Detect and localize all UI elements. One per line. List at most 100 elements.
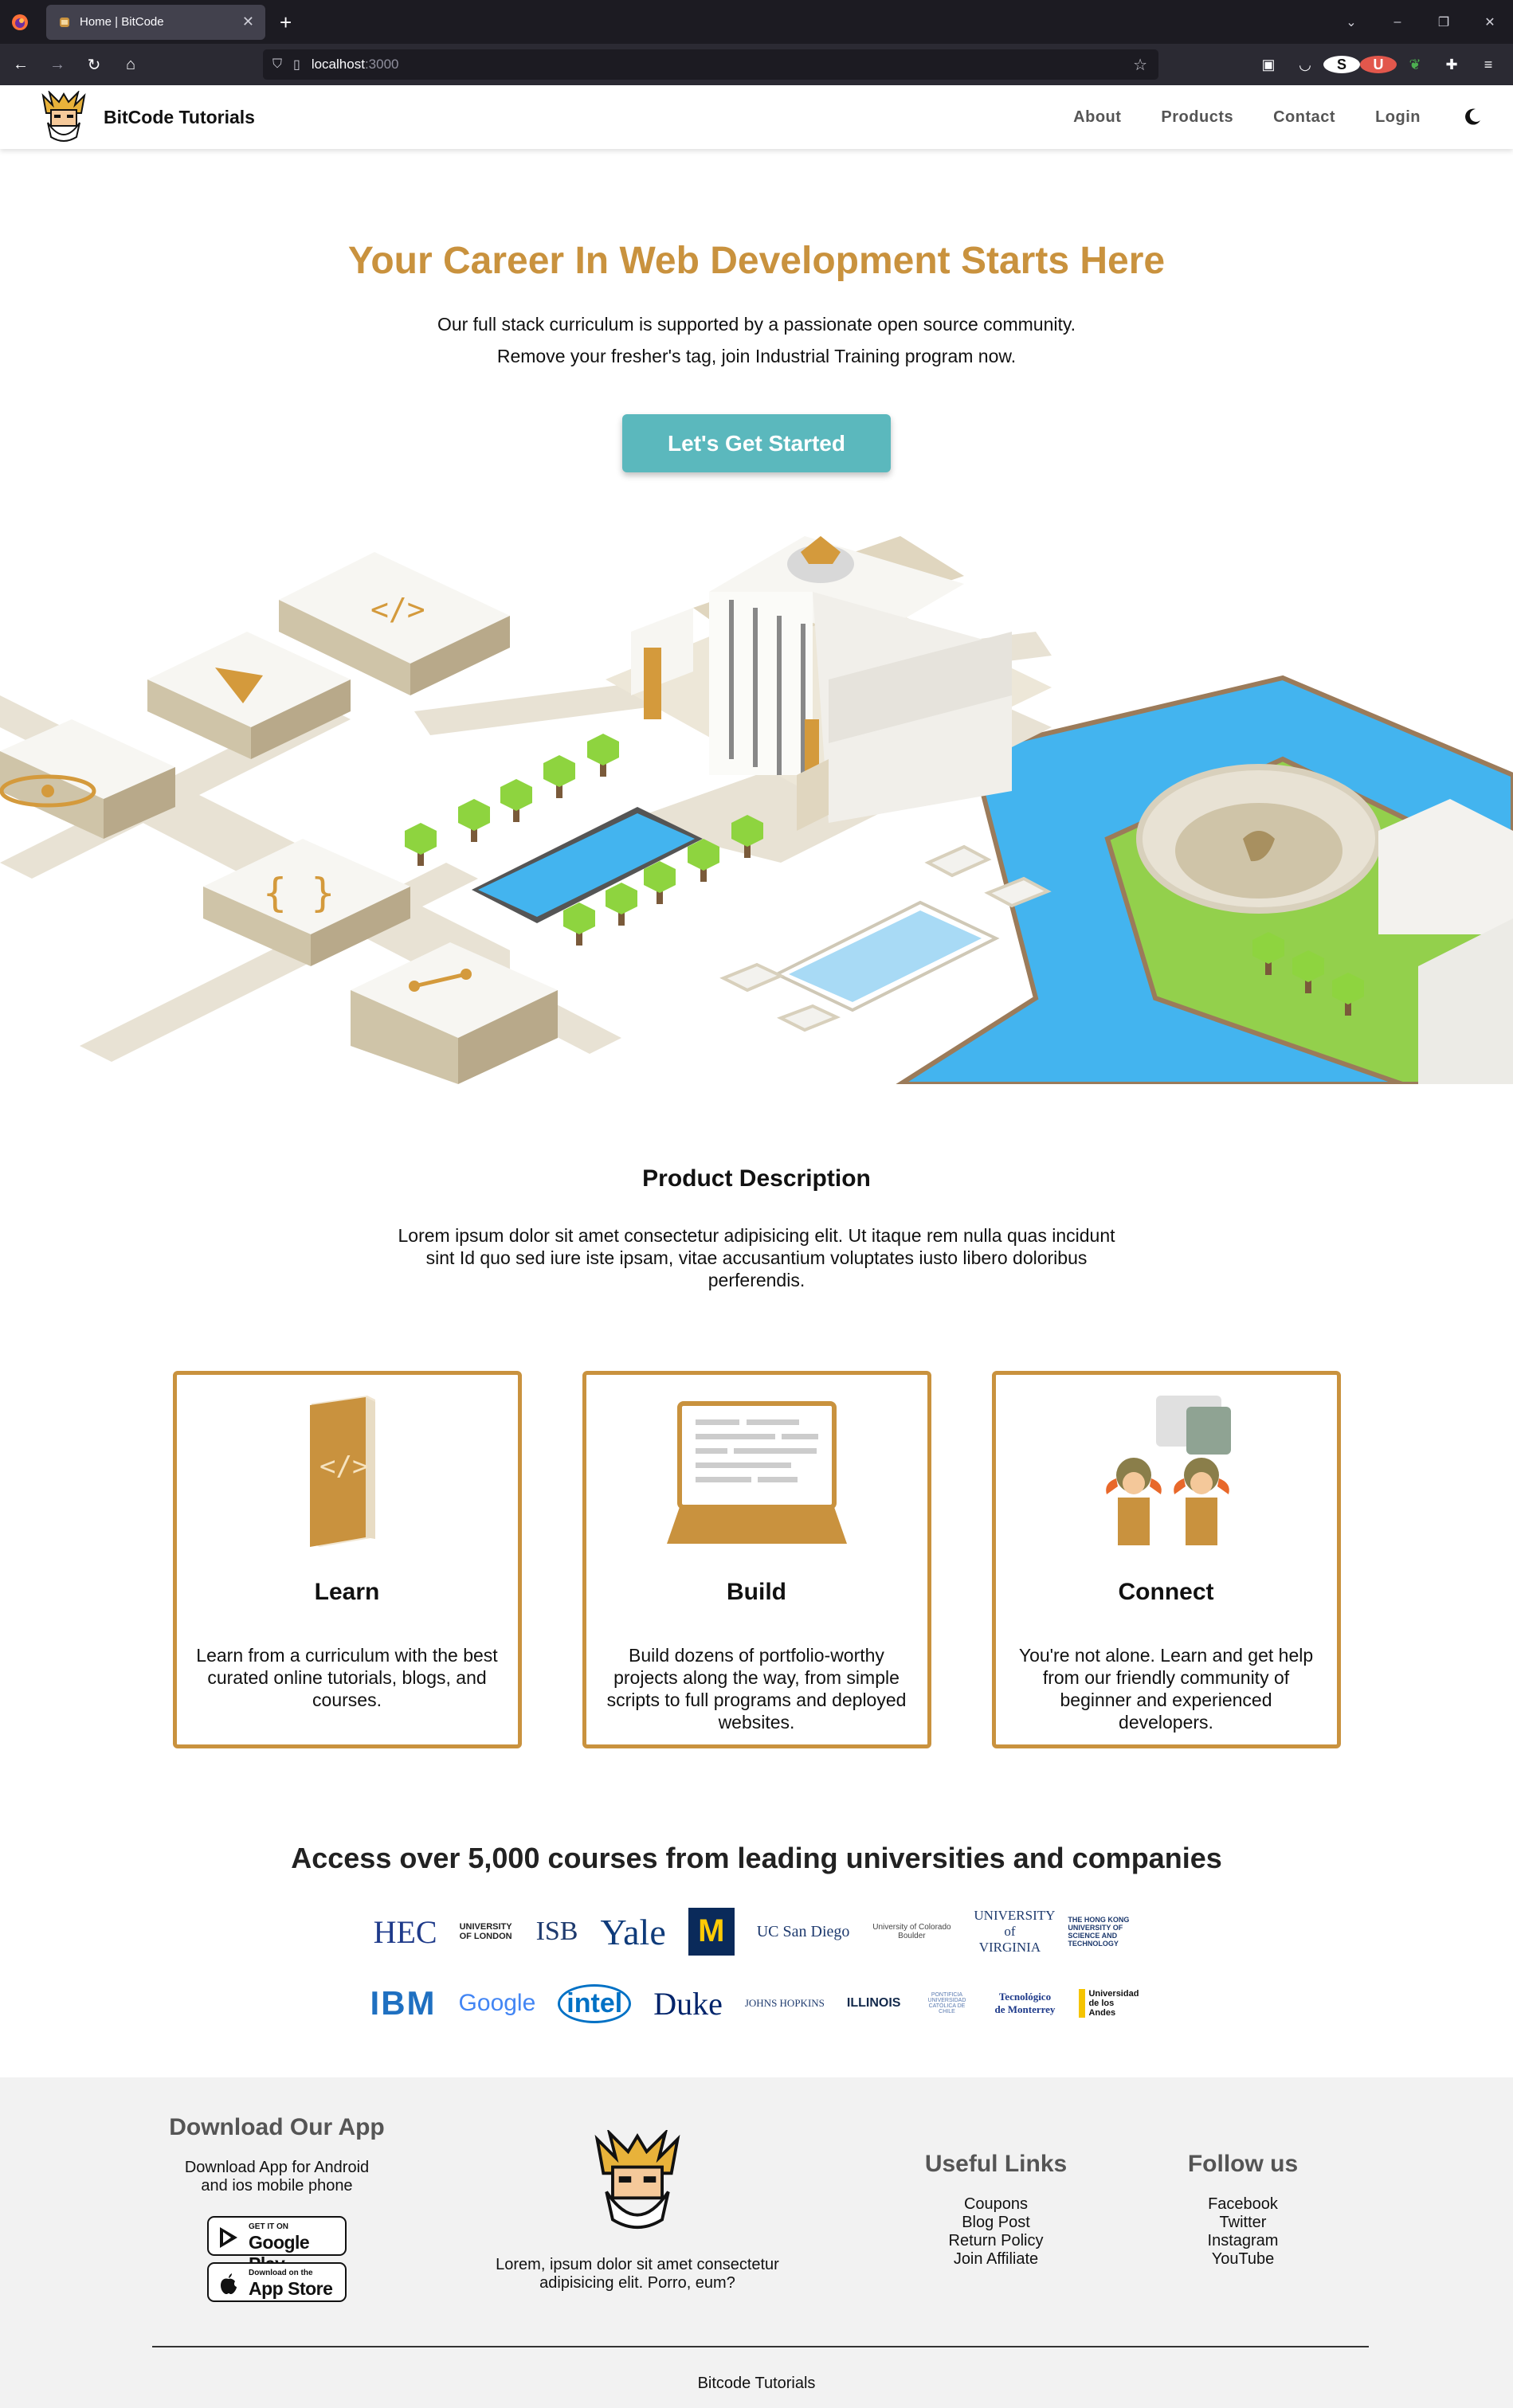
partner-logo-monterrey: Tecnológico de Monterrey [994,1991,1056,2015]
code-book-icon: </> [309,1396,375,1547]
partner-logo-ucsd: UC San Diego [756,1922,850,1940]
nav-login[interactable]: Login [1375,108,1421,127]
svg-text:{ }: { } [263,870,335,916]
pocket-icon[interactable]: ◡ [1287,57,1323,73]
isometric-city-image: </> { } [0,536,1513,1084]
google-play-icon [220,2227,237,2248]
partner-logo-isb: ISB [535,1917,578,1946]
close-tab-icon[interactable]: ✕ [242,14,254,30]
footer-link-affiliate[interactable]: Join Affiliate [884,2250,1107,2269]
google-play-button[interactable]: GET IT ON Google Play [207,2216,347,2274]
partners-title: Access over 5,000 courses from leading u… [291,1842,1222,1874]
card-build-text: Build dozens of portfolio-worthy project… [606,1645,907,1733]
partners-section: Access over 5,000 courses from leading u… [0,1842,1513,2028]
footer-link-blog[interactable]: Blog Post [884,2214,1107,2232]
footer-app-text-2: and ios mobile phone [201,2177,353,2195]
partner-logo-johns-hopkins: JOHNS HOPKINS [744,1997,825,2009]
back-arrow-icon[interactable]: ← [5,56,37,74]
footer-download-app: Download Our App Download App for Androi… [159,2114,394,2302]
bitcode-favicon-icon [60,17,69,27]
new-tab-icon[interactable]: + [280,12,292,33]
site-header: BitCode Tutorials About Products Contact… [0,85,1513,149]
footer-link-facebook[interactable]: Facebook [1147,2195,1339,2214]
partner-logo-michigan: M [688,1908,735,1956]
product-title: Product Description [642,1165,871,1192]
brand[interactable]: BitCode Tutorials [38,91,255,143]
browser-tab[interactable]: Home | BitCode ✕ [46,4,265,40]
main-nav: About Products Contact Login [1033,107,1483,127]
tab-title: Home | BitCode [80,15,164,29]
apple-icon [221,2273,237,2294]
google-play-top: GET IT ON [249,2222,288,2231]
card-build: Build Build dozens of portfolio-worthy p… [582,1371,931,1748]
feature-cards: </> Learn Learn from a curriculum with t… [0,1371,1513,1748]
card-learn-text: Learn from a curriculum with the best cu… [196,1645,498,1710]
app-store-button[interactable]: Download on the App Store [207,2262,347,2302]
campus-illustration: </> { } [0,488,1513,1084]
community-people-icon [1105,1396,1231,1545]
partner-logo-ibm: IBM [370,1984,437,2022]
hero-title: Your Career In Web Development Starts He… [347,240,1166,282]
partner-logo-puc-chile: PONTIFICIA UNIVERSIDAD CATÓLICA DE CHILE [927,1992,966,2014]
bookmark-star-icon[interactable]: ☆ [1133,55,1147,75]
nav-products[interactable]: Products [1161,108,1233,127]
partner-logo-duke: Duke [653,1985,723,2022]
partner-logo-google: Google [458,1990,536,2016]
hero-subtitle-line2: Remove your fresher's tag, join Industri… [496,346,1017,366]
home-icon[interactable]: ⌂ [115,56,147,74]
svg-text:</>: </> [370,592,425,627]
extension-icons: ▣ ◡ S U ❦ ✚ ≡ [1250,44,1507,85]
site-footer: Download Our App Download App for Androi… [0,2077,1513,2408]
nav-about[interactable]: About [1073,108,1121,127]
extensions-puzzle-icon[interactable]: ✚ [1433,57,1470,73]
tab-list-chevron-icon[interactable]: ⌄ [1328,14,1374,30]
forward-arrow-icon[interactable]: → [41,56,73,74]
footer-link-twitter[interactable]: Twitter [1147,2214,1339,2232]
card-connect: Connect You're not alone. Learn and get … [991,1371,1341,1748]
browser-tab-strip: Home | BitCode ✕ + ⌄ – ❐ ✕ [0,0,1513,44]
extension-ublock-icon[interactable]: U [1360,56,1397,73]
nav-contact[interactable]: Contact [1273,108,1335,127]
partner-logos-row-1: HEC UNIVERSITY OF LONDON ISB Yale M UC S… [0,1907,1513,1956]
footer-link-return-policy[interactable]: Return Policy [884,2232,1107,2250]
footer-link-instagram[interactable]: Instagram [1147,2232,1339,2250]
footer-app-text-1: Download App for Android [184,2159,370,2176]
product-text: Lorem ipsum dolor sit amet consectetur a… [398,1225,1115,1290]
footer-link-coupons[interactable]: Coupons [884,2195,1107,2214]
bitcode-logo-icon [41,91,86,142]
footer-copyright: Bitcode Tutorials [697,2375,816,2392]
partner-logos-row-2: IBM Google intel Duke JOHNS HOPKINS ILLI… [0,1979,1513,2028]
brand-name: BitCode Tutorials [104,106,255,127]
minimize-icon[interactable]: – [1374,15,1421,29]
footer-about: Lorem, ipsum dolor sit amet consectetur … [478,2130,797,2292]
partner-logo-london: UNIVERSITY OF LONDON [459,1922,512,1941]
partner-logo-hec: HEC [373,1913,437,1950]
shield-icon[interactable]: ⛉ [272,57,282,72]
firefox-icon[interactable] [11,14,29,31]
dark-mode-moon-icon[interactable] [1462,107,1483,127]
menu-hamburger-icon[interactable]: ≡ [1470,57,1507,73]
partner-logo-los-andes: Universidad de los Andes [1079,1989,1143,2018]
footer-link-youtube[interactable]: YouTube [1147,2250,1339,2269]
product-description-section: Product Description Lorem ipsum dolor si… [0,1165,1513,1291]
svg-text:</>: </> [319,1451,368,1482]
partner-logo-virginia: UNIVERSITY of VIRGINIA [974,1908,1056,1955]
close-window-icon[interactable]: ✕ [1467,14,1513,30]
reload-icon[interactable]: ↻ [78,55,110,75]
partner-logo-hkust: THE HONG KONG UNIVERSITY OF SCIENCE AND … [1068,1916,1130,1948]
footer-bitcode-logo-icon [594,2130,680,2230]
card-learn: </> Learn Learn from a curriculum with t… [172,1371,522,1748]
card-connect-text: You're not alone. Learn and get help fro… [1018,1645,1314,1733]
restore-icon[interactable]: ❐ [1421,14,1467,30]
footer-app-title: Download Our App [169,2114,385,2140]
hero-section: Your Career In Web Development Starts He… [0,149,1513,472]
get-started-button[interactable]: Let's Get Started [622,414,891,472]
address-bar[interactable]: ⛉ ▯ localhost:3000 ☆ [263,49,1158,80]
extension-s-icon[interactable]: S [1323,56,1360,73]
folder-icon[interactable]: ▣ [1250,57,1287,73]
card-connect-title: Connect [1118,1579,1214,1605]
app-store-label: App Store [249,2278,333,2299]
hero-subtitle-line1: Our full stack curriculum is supported b… [437,314,1076,335]
extension-leaf-icon[interactable]: ❦ [1397,57,1433,73]
window-controls: ⌄ – ❐ ✕ [1328,0,1513,44]
